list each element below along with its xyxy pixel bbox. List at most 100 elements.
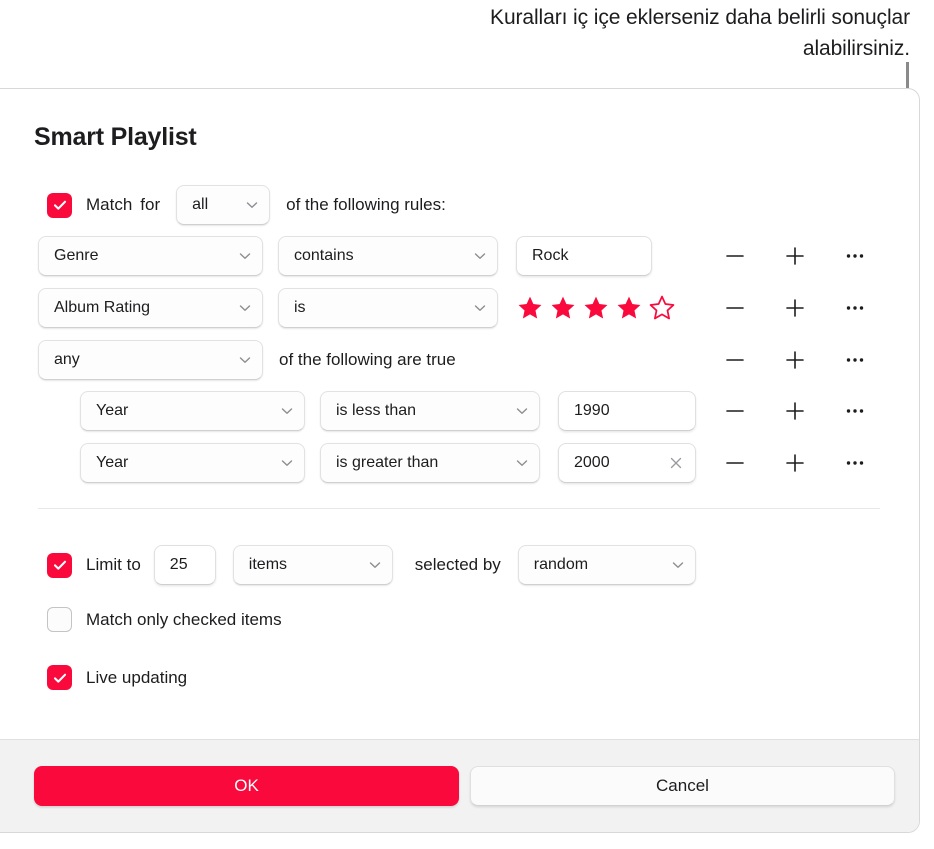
match-label: Match bbox=[86, 195, 133, 214]
live-updating-row[interactable]: Live updating bbox=[47, 665, 187, 690]
screen: Kuralları iç içe eklerseniz daha belirli… bbox=[0, 0, 934, 849]
rule-group-select[interactable]: any bbox=[38, 340, 263, 380]
rule-field-select[interactable]: Year bbox=[80, 391, 305, 431]
remove-rule-button[interactable] bbox=[718, 446, 752, 480]
chevron-down-icon bbox=[236, 351, 254, 369]
remove-rule-button[interactable] bbox=[718, 343, 752, 377]
star-icon-filled[interactable] bbox=[516, 294, 544, 322]
match-row: Match for all of the following rules: bbox=[47, 185, 446, 225]
more-options-button[interactable] bbox=[838, 343, 872, 377]
rule-operator-value: is greater than bbox=[336, 454, 439, 471]
selected-by-label: selected by bbox=[414, 555, 501, 574]
more-options-button[interactable] bbox=[838, 394, 872, 428]
rule-field-select[interactable]: Year bbox=[80, 443, 305, 483]
limit-unit-value: items bbox=[248, 556, 288, 573]
limit-row: Limit to 25 items selected by random bbox=[47, 545, 696, 585]
rule-group-row: any of the following are true bbox=[38, 340, 456, 380]
star-icon-filled[interactable] bbox=[549, 294, 577, 322]
rule-actions bbox=[718, 443, 872, 483]
chevron-down-icon bbox=[513, 402, 531, 420]
chevron-down-icon bbox=[471, 247, 489, 265]
rule-operator-value: is less than bbox=[336, 402, 417, 419]
rule-field-value: Album Rating bbox=[54, 299, 151, 316]
rule-operator-select[interactable]: contains bbox=[278, 236, 498, 276]
more-options-button[interactable] bbox=[838, 239, 872, 273]
section-divider bbox=[38, 508, 880, 509]
remove-rule-button[interactable] bbox=[718, 239, 752, 273]
rule-operator-value: is bbox=[294, 299, 306, 316]
remove-rule-button[interactable] bbox=[718, 394, 752, 428]
rule-operator-select[interactable]: is bbox=[278, 288, 498, 328]
chevron-down-icon bbox=[236, 299, 254, 317]
rule-row: Album Rating is bbox=[38, 288, 676, 328]
rule-value-input[interactable]: 1990 bbox=[558, 391, 696, 431]
clear-icon[interactable] bbox=[667, 454, 685, 472]
rule-actions bbox=[718, 236, 872, 276]
chevron-down-icon bbox=[278, 402, 296, 420]
more-options-button[interactable] bbox=[838, 291, 872, 325]
selected-by-select[interactable]: random bbox=[517, 545, 696, 585]
ok-button[interactable]: OK bbox=[34, 766, 459, 806]
live-updating-label: Live updating bbox=[86, 667, 188, 687]
rule-field-select[interactable]: Album Rating bbox=[38, 288, 263, 328]
selected-by-value: random bbox=[533, 556, 589, 573]
rule-value-text: 1990 bbox=[574, 402, 610, 419]
cancel-button[interactable]: Cancel bbox=[470, 766, 895, 806]
remove-rule-button[interactable] bbox=[718, 291, 752, 325]
match-for-label: for bbox=[140, 195, 161, 214]
match-only-checked-row[interactable]: Match only checked items bbox=[47, 607, 282, 632]
more-options-button[interactable] bbox=[838, 446, 872, 480]
smart-playlist-dialog: Smart Playlist Match for all of the foll… bbox=[0, 88, 920, 833]
match-checkbox[interactable] bbox=[47, 192, 72, 218]
rule-value-input[interactable]: 2000 bbox=[558, 443, 696, 483]
add-rule-button[interactable] bbox=[778, 343, 812, 377]
match-scope-select[interactable]: all bbox=[176, 185, 271, 225]
chevron-down-icon bbox=[669, 556, 687, 574]
add-rule-button[interactable] bbox=[778, 291, 812, 325]
chevron-down-icon bbox=[278, 454, 296, 472]
rule-field-value: Genre bbox=[54, 247, 99, 264]
rule-actions bbox=[718, 391, 872, 431]
star-icon-outline[interactable] bbox=[648, 294, 676, 322]
limit-amount-input[interactable]: 25 bbox=[153, 545, 216, 585]
limit-amount-value: 25 bbox=[169, 556, 188, 573]
rule-value-input[interactable]: Rock bbox=[516, 236, 652, 276]
chevron-down-icon bbox=[236, 247, 254, 265]
rule-field-value: Year bbox=[96, 402, 129, 419]
match-only-checked-checkbox[interactable] bbox=[47, 607, 72, 632]
add-rule-button[interactable] bbox=[778, 239, 812, 273]
match-tail-label: of the following rules: bbox=[286, 195, 446, 214]
rule-row-nested: Year is less than 1990 bbox=[80, 391, 696, 431]
limit-label: Limit to bbox=[86, 555, 141, 574]
chevron-down-icon bbox=[513, 454, 531, 472]
add-rule-button[interactable] bbox=[778, 446, 812, 480]
match-scope-value: all bbox=[192, 196, 209, 213]
dialog-footer: OK Cancel bbox=[0, 739, 919, 832]
annotation-text: Kuralları iç içe eklerseniz daha belirli… bbox=[490, 6, 910, 60]
rating-stars[interactable] bbox=[516, 294, 676, 322]
star-icon-filled[interactable] bbox=[582, 294, 610, 322]
rule-operator-select[interactable]: is greater than bbox=[320, 443, 540, 483]
chevron-down-icon bbox=[366, 556, 384, 574]
dialog-body: Smart Playlist Match for all of the foll… bbox=[0, 89, 919, 741]
chevron-down-icon bbox=[471, 299, 489, 317]
rule-operator-value: contains bbox=[294, 247, 354, 264]
rule-value-text: 2000 bbox=[574, 454, 610, 471]
rule-actions bbox=[718, 340, 872, 380]
rule-actions bbox=[718, 288, 872, 328]
limit-checkbox[interactable] bbox=[47, 552, 72, 578]
rule-row: Genre contains Rock bbox=[38, 236, 652, 276]
star-icon-filled[interactable] bbox=[615, 294, 643, 322]
limit-unit-select[interactable]: items bbox=[232, 545, 393, 585]
add-rule-button[interactable] bbox=[778, 394, 812, 428]
page-title: Smart Playlist bbox=[34, 123, 197, 151]
rule-field-value: Year bbox=[96, 454, 129, 471]
live-updating-checkbox[interactable] bbox=[47, 665, 72, 690]
rule-field-select[interactable]: Genre bbox=[38, 236, 263, 276]
rule-group-label: of the following are true bbox=[279, 350, 456, 369]
chevron-down-icon bbox=[243, 196, 261, 214]
rule-row-nested: Year is greater than 2000 bbox=[80, 443, 696, 483]
rule-operator-select[interactable]: is less than bbox=[320, 391, 540, 431]
rule-value-text: Rock bbox=[532, 247, 569, 264]
rule-group-value: any bbox=[54, 351, 80, 368]
